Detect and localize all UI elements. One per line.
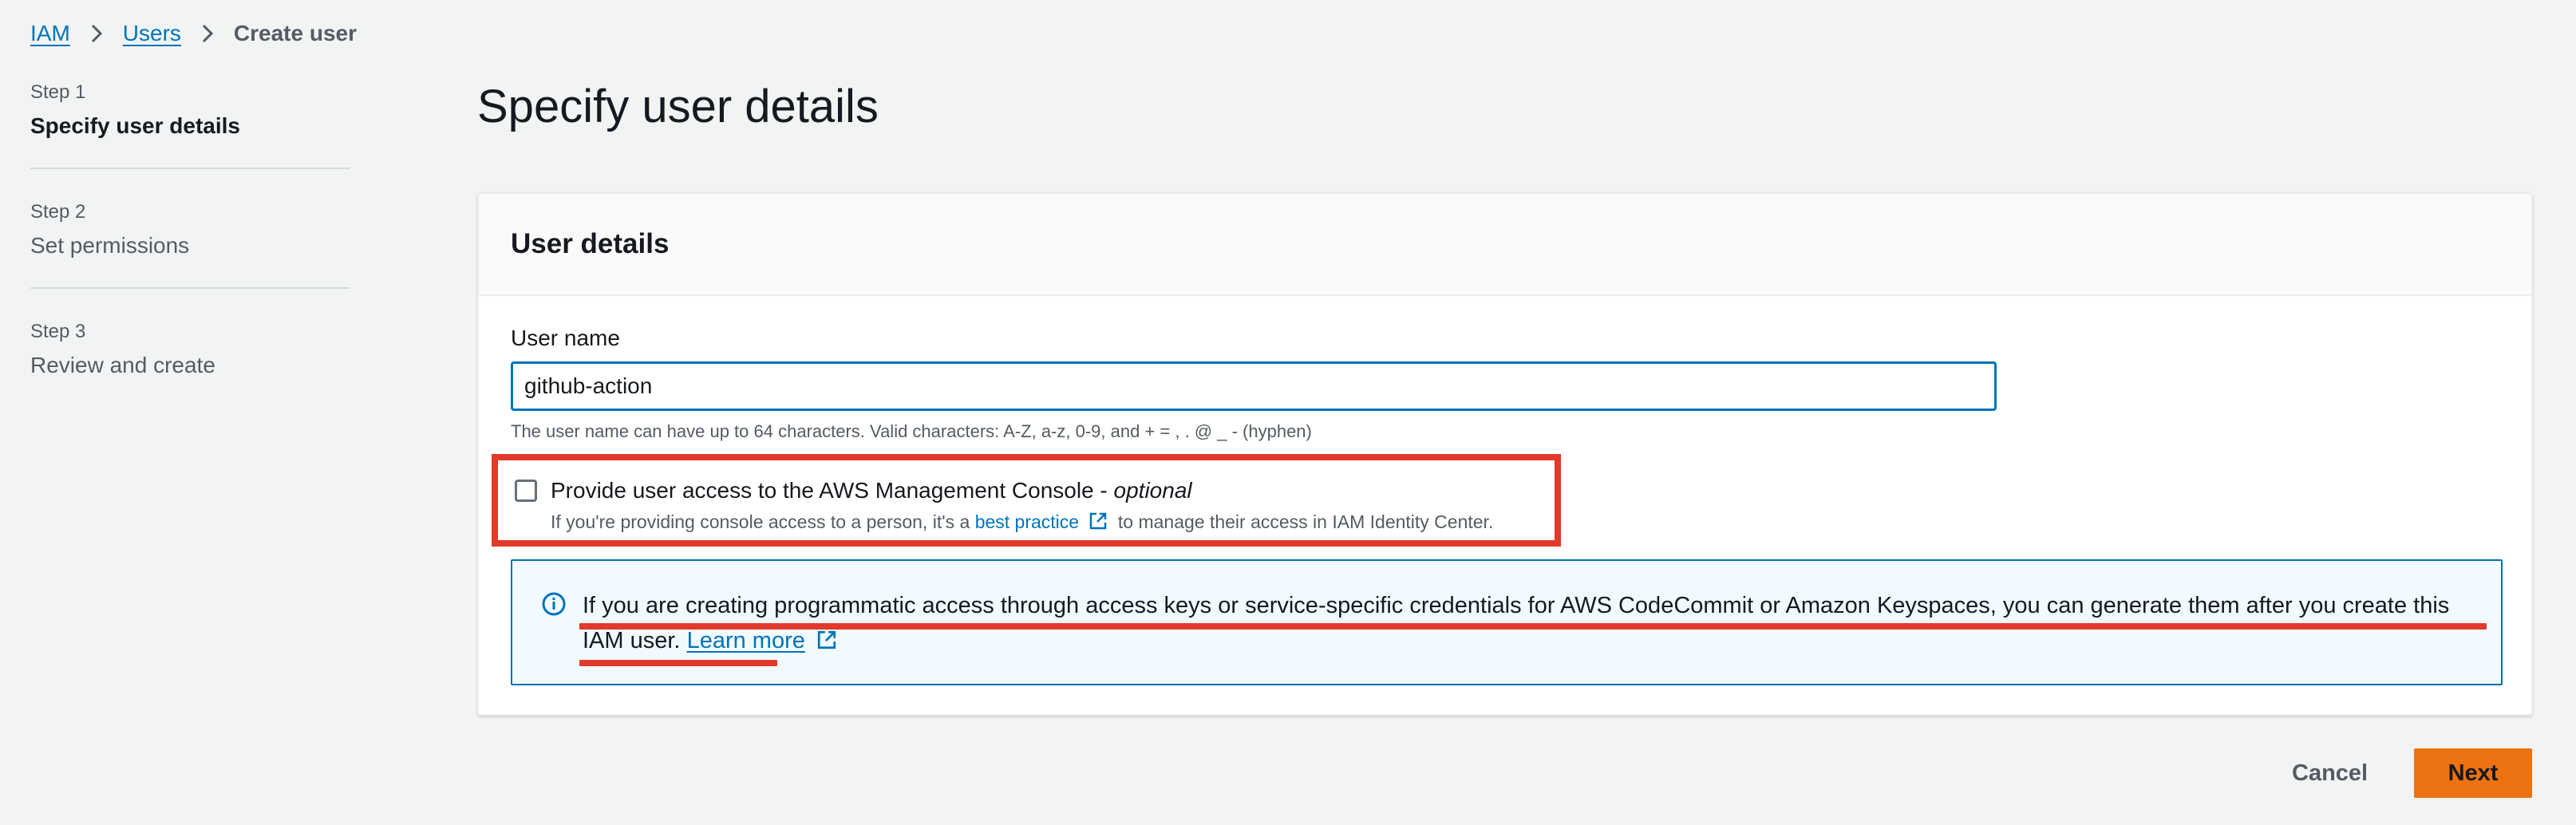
optional-label: optional: [1113, 478, 1192, 503]
step-3-title: Review and create: [30, 353, 215, 377]
page-title: Specify user details: [477, 81, 879, 132]
username-hint: The user name can have up to 64 characte…: [511, 421, 1312, 441]
panel-header: User details: [479, 194, 2531, 296]
info-circle-icon: [541, 591, 567, 621]
breadcrumb: IAM Users Create user: [30, 16, 357, 51]
console-desc-suffix: to manage their access in IAM Identity C…: [1117, 511, 1494, 532]
learn-more-link[interactable]: Learn more: [687, 628, 805, 653]
breadcrumb-current: Create user: [233, 21, 357, 45]
user-details-panel: User details User name The user name can…: [477, 192, 2533, 716]
cancel-button[interactable]: Cancel: [2270, 749, 2390, 797]
step-1-title: Specify user details: [30, 113, 241, 138]
console-access-label-text: Provide user access to the AWS Managemen…: [551, 478, 1114, 503]
username-input[interactable]: [511, 361, 1997, 411]
console-access-description: If you're providing console access to a …: [551, 511, 1493, 535]
external-link-icon: [1088, 511, 1108, 535]
best-practice-link[interactable]: best practice: [975, 511, 1079, 532]
step-3-label: Step 3: [30, 321, 86, 342]
breadcrumb-link-iam[interactable]: IAM: [30, 21, 70, 46]
console-access-label[interactable]: Provide user access to the AWS Managemen…: [551, 478, 1192, 503]
username-label: User name: [511, 326, 620, 350]
chevron-right-icon: [81, 24, 112, 43]
info-alert: If you are creating programmatic access …: [511, 559, 2503, 685]
step-1-label: Step 1: [30, 81, 86, 103]
step-2: Step 2 Set permissions: [30, 201, 350, 289]
step-2-label: Step 2: [30, 201, 86, 223]
breadcrumb-link-users[interactable]: Users: [123, 21, 181, 46]
panel-title: User details: [511, 228, 670, 259]
step-2-title: Set permissions: [30, 233, 190, 258]
annotation-underline: [579, 660, 777, 666]
step-3: Step 3 Review and create: [30, 321, 350, 407]
console-desc-prefix: If you're providing console access to a …: [551, 511, 970, 532]
step-1: Step 1 Specify user details: [30, 81, 350, 169]
next-button[interactable]: Next: [2414, 748, 2532, 798]
wizard-steps: Step 1 Specify user details Step 2 Set p…: [30, 81, 350, 439]
console-access-checkbox[interactable]: [515, 480, 537, 502]
chevron-right-icon: [192, 24, 223, 43]
external-link-icon: [816, 626, 837, 661]
console-access-option: Provide user access to the AWS Managemen…: [492, 454, 1561, 547]
annotation-underline: [579, 623, 2487, 630]
